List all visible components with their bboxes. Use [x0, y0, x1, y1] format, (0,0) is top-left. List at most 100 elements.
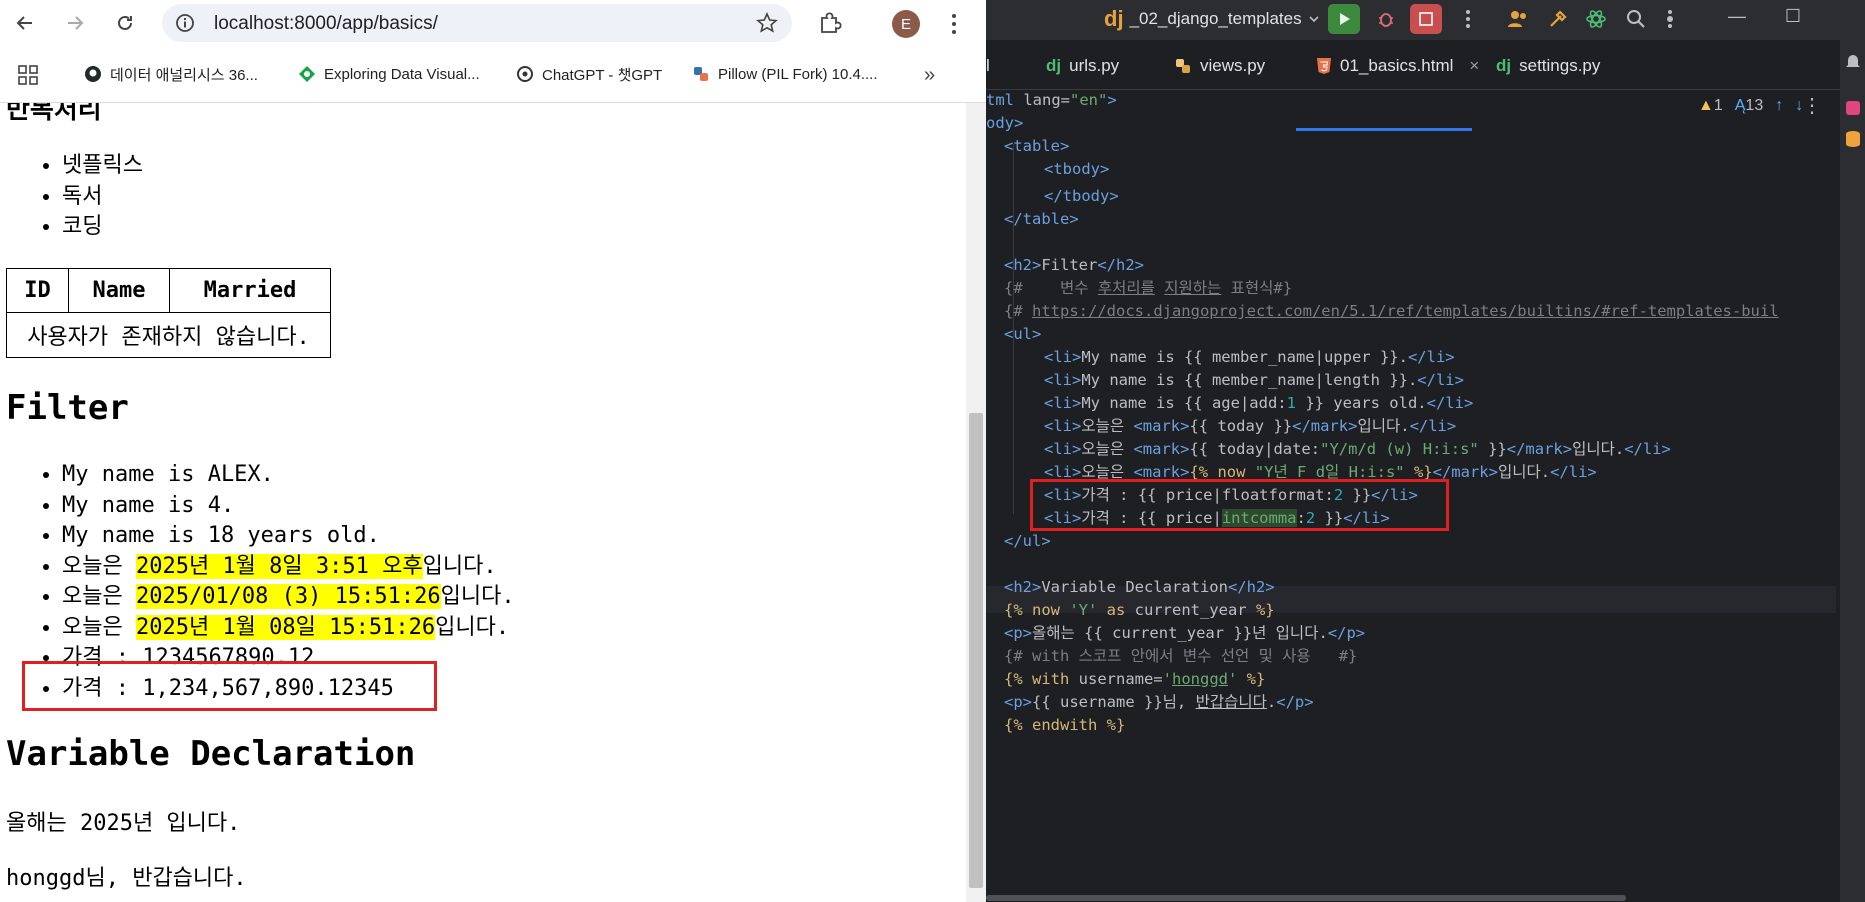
- maximize-button[interactable]: ☐: [1778, 6, 1808, 32]
- bookmark-label: ChatGPT - 챗GPT: [542, 66, 663, 84]
- diamond-icon: [299, 66, 315, 82]
- ide-titlebar: dj _02_django_templates — ☐: [986, 0, 1865, 40]
- database-icon[interactable]: [1845, 130, 1861, 148]
- browser-toolbar: localhost:8000/app/basics/ E: [0, 0, 986, 46]
- bookmark-label: Exploring Data Visual...: [324, 65, 480, 83]
- browser-window: localhost:8000/app/basics/ E 데이터 애널리시스 3…: [0, 0, 986, 902]
- filter-heading: Filter: [6, 388, 129, 428]
- page-red-highlight-box: [22, 661, 437, 711]
- list-item: 넷플릭스: [62, 151, 143, 182]
- python-icon: [694, 67, 708, 81]
- code-line: {# https://docs.djangoproject.com/en/5.1…: [1004, 302, 1779, 320]
- list-item: 오늘은 2025년 1월 08일 15:51:26입니다.: [62, 613, 515, 644]
- profile-avatar[interactable]: E: [892, 10, 920, 38]
- list-item: 코딩: [62, 212, 143, 243]
- code-line: <tbody>: [1044, 160, 1110, 178]
- bookmark-item[interactable]: 데이터 애널리시스 36...: [84, 62, 258, 86]
- editor-horizontal-scrollbar[interactable]: [986, 895, 1836, 902]
- date-mark: 2025/01/08 (3) 15:51:26: [135, 584, 441, 609]
- users-icon: [1508, 11, 1526, 27]
- gear-icon: [1667, 10, 1673, 28]
- table-header-name: Name: [68, 268, 170, 313]
- django-icon: dj: [1046, 56, 1062, 75]
- bug-icon: [1379, 13, 1393, 27]
- empty-message: 사용자가 존재하지 않습니다.: [6, 312, 331, 358]
- ide-right-toolbar: [1840, 40, 1865, 902]
- more-bookmarks-chevron-icon[interactable]: »: [924, 64, 935, 87]
- reload-icon: [118, 15, 132, 30]
- ide-window: dj _02_django_templates — ☐ l dj urls.py…: [986, 0, 1865, 902]
- reload-button[interactable]: [110, 8, 140, 38]
- hobby-list: 넷플릭스 독서 코딩: [62, 151, 143, 243]
- project-name: _02_django_templates: [1129, 9, 1302, 28]
- more-actions-button[interactable]: [1452, 4, 1484, 34]
- atom-icon: [1586, 10, 1606, 28]
- bookmark-item[interactable]: Pillow (PIL Fork) 10.4....: [692, 62, 878, 86]
- python-icon: [1176, 59, 1190, 73]
- tab-urls[interactable]: dj urls.py: [1046, 50, 1119, 82]
- tab-basics-html[interactable]: 01_basics.html ×: [1316, 50, 1479, 82]
- chevron-down-icon: [1309, 16, 1319, 23]
- build-tools-button[interactable]: [1542, 4, 1574, 34]
- tab-label: urls.py: [1069, 56, 1120, 75]
- stop-button[interactable]: [1410, 4, 1442, 34]
- scrollbar-thumb[interactable]: [986, 895, 1626, 901]
- ai-chat-icon[interactable]: [1845, 100, 1861, 116]
- github-icon: [85, 66, 101, 82]
- bookmarks-bar: 데이터 애널리시스 36... Exploring Data Visual...…: [0, 56, 986, 92]
- year-paragraph: 올해는 2025년 입니다.: [6, 811, 241, 836]
- code-line: {% endwith %}: [1004, 716, 1126, 734]
- page-content: 반복처리 넷플릭스 독서 코딩 ID Name Married 사용자가 존재하…: [0, 103, 966, 902]
- scrollbar-thumb[interactable]: [969, 413, 983, 888]
- list-item: My name is ALEX.: [62, 460, 515, 491]
- url-text[interactable]: localhost:8000/app/basics/: [214, 13, 438, 35]
- tab-settings[interactable]: dj settings.py: [1496, 50, 1600, 82]
- code-line: <ul>: [1004, 325, 1042, 343]
- tab-views[interactable]: views.py: [1174, 50, 1265, 82]
- date-mark: 2025년 1월 08일 15:51:26: [135, 614, 436, 640]
- apps-grid-icon[interactable]: [18, 65, 40, 85]
- django-icon: dj: [1496, 56, 1512, 75]
- bookmark-label: 데이터 애널리시스 36...: [110, 66, 258, 84]
- django-icon: dj: [1104, 6, 1124, 31]
- extensions-icon[interactable]: [814, 8, 844, 38]
- list-item: 독서: [62, 182, 143, 213]
- more-vertical-icon: [1466, 10, 1470, 28]
- code-red-highlight-box: [1030, 479, 1449, 531]
- back-button[interactable]: [10, 8, 40, 38]
- notifications-icon[interactable]: [1845, 52, 1861, 70]
- tab-label: settings.py: [1519, 56, 1601, 75]
- settings-button[interactable]: [1654, 4, 1686, 34]
- ai-assistant-button[interactable]: [1580, 4, 1612, 34]
- project-selector[interactable]: dj _02_django_templates: [1104, 6, 1320, 32]
- minimize-button[interactable]: —: [1722, 6, 1752, 32]
- debug-button[interactable]: [1370, 4, 1402, 34]
- loop-heading: 반복처리: [6, 103, 102, 125]
- run-button[interactable]: [1328, 4, 1360, 34]
- search-icon: [1627, 10, 1645, 28]
- address-bar[interactable]: localhost:8000/app/basics/: [162, 4, 792, 42]
- html-icon: [1317, 58, 1331, 74]
- stop-icon: [1419, 12, 1433, 26]
- greeting-paragraph: honggd님, 반갑습니다.: [6, 866, 247, 891]
- code-line: </table>: [1004, 210, 1079, 228]
- code-with-me-button[interactable]: [1502, 4, 1534, 34]
- info-icon[interactable]: [174, 12, 196, 34]
- page-scrollbar[interactable]: [966, 103, 986, 902]
- list-item: 오늘은 2025/01/08 (3) 15:51:26입니다.: [62, 582, 515, 613]
- vardecl-heading: Variable Declaration: [6, 734, 416, 774]
- browser-menu-button[interactable]: [942, 10, 966, 38]
- tab-partial[interactable]: l: [986, 50, 990, 82]
- tab-label: 01_basics.html: [1340, 56, 1454, 75]
- code-line: </ul>: [1004, 532, 1051, 550]
- search-button[interactable]: [1620, 4, 1652, 34]
- table-row: 사용자가 존재하지 않습니다.: [6, 312, 331, 358]
- tools-icon: [1550, 10, 1567, 27]
- bookmark-item[interactable]: ChatGPT - 챗GPT: [516, 62, 662, 86]
- editor-tabs: l dj urls.py views.py 01_basics.html × d…: [986, 40, 1840, 131]
- close-tab-icon[interactable]: ×: [1469, 56, 1479, 76]
- bookmark-star-icon[interactable]: [756, 12, 778, 34]
- forward-button[interactable]: [60, 8, 90, 38]
- bookmark-item[interactable]: Exploring Data Visual...: [298, 62, 480, 86]
- user-table: ID Name Married 사용자가 존재하지 않습니다.: [6, 268, 331, 358]
